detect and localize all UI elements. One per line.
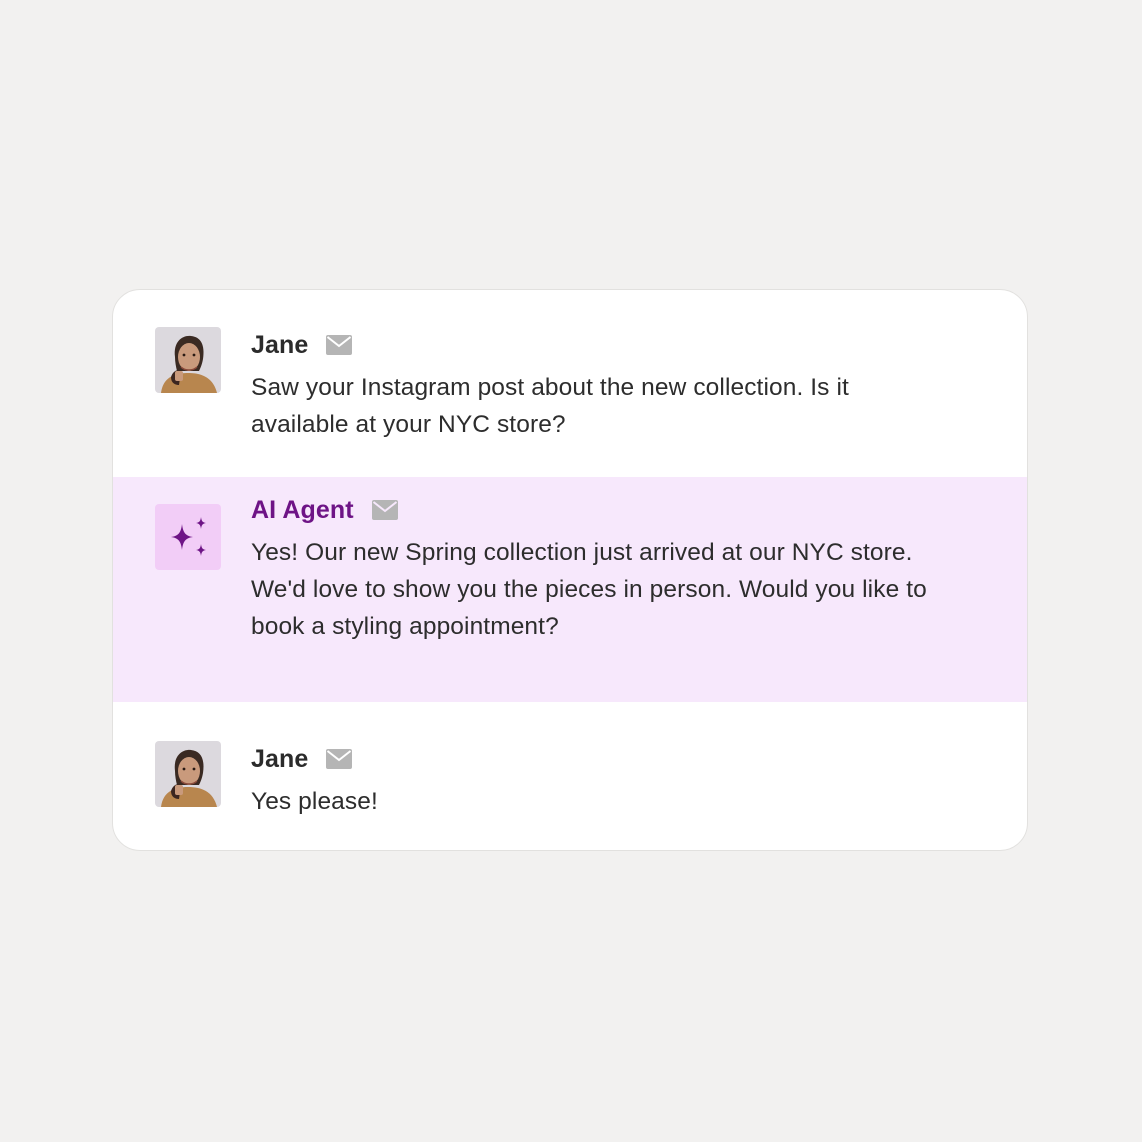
sparkles-icon xyxy=(171,517,206,556)
customer-photo xyxy=(155,327,221,393)
conversation-card: Jane Saw your Instagram post about the n… xyxy=(112,289,1028,851)
avatar xyxy=(155,327,221,393)
avatar xyxy=(155,741,221,807)
sender-header: Jane xyxy=(251,330,353,360)
sender-name: Jane xyxy=(251,744,309,773)
message-row: Jane Saw your Instagram post about the n… xyxy=(113,290,1027,477)
sender-header: AI Agent xyxy=(251,495,398,525)
mail-icon xyxy=(326,749,353,769)
mail-icon xyxy=(326,335,353,355)
mail-icon xyxy=(371,500,398,520)
sender-header: Jane xyxy=(251,744,353,774)
customer-photo xyxy=(155,741,221,807)
sender-name: AI Agent xyxy=(251,495,354,524)
message-text: Saw your Instagram post about the new co… xyxy=(251,374,849,438)
message-row-agent: AI Agent Yes! Our new Spring collection … xyxy=(113,477,1027,702)
message-text: Yes please! xyxy=(251,788,378,815)
message-text: Yes! Our new Spring collection just arri… xyxy=(251,539,927,640)
agent-avatar xyxy=(155,504,221,570)
sender-name: Jane xyxy=(251,330,309,359)
message-row: Jane Yes please! xyxy=(113,702,1027,850)
